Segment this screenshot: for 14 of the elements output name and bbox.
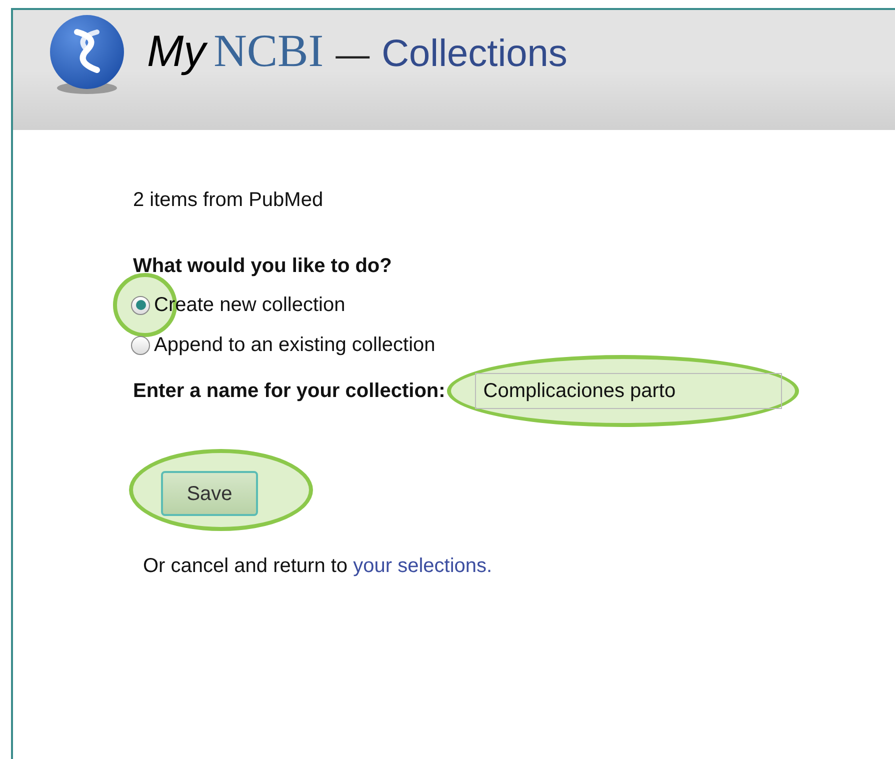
option-label: Append to an existing collection [154,333,436,358]
brand-ncbi: NCBI [214,28,324,74]
field-label: Enter a name for your collection: [133,379,446,404]
radio-button[interactable] [131,336,150,354]
brand-my: My [147,30,206,74]
title-dash: — [336,38,370,72]
selections-link[interactable]: your selections. [353,555,492,577]
name-field[interactable]: Complicaciones parto [475,373,782,409]
source-text: 2 items from PubMed [133,188,324,213]
page-title: Collections [382,35,568,73]
question-heading: What would you like to do? [133,254,393,279]
cancel-text: Or cancel and return to your selections. [143,554,494,579]
save-button[interactable]: Save [161,471,258,516]
logo-icon [47,14,127,96]
